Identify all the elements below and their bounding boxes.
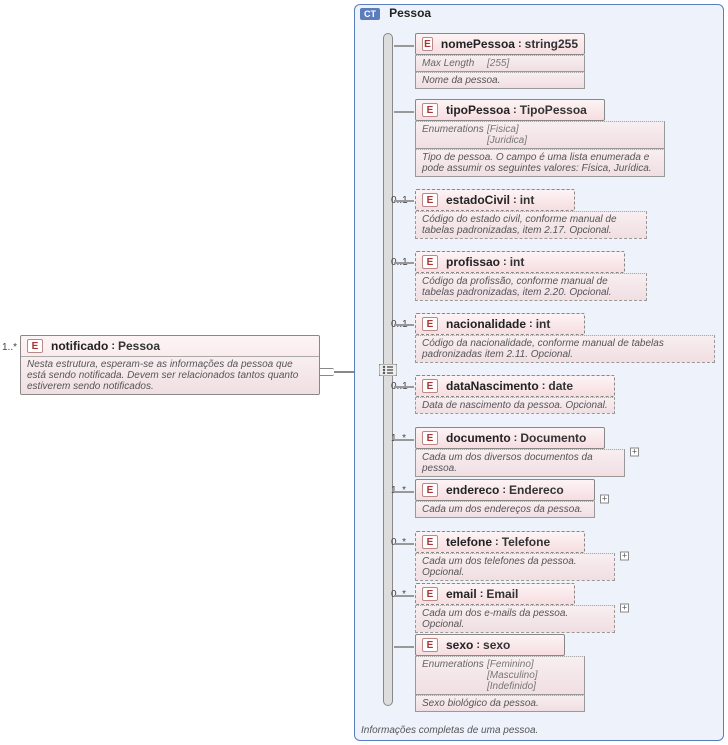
element-badge: E xyxy=(422,431,438,445)
element-type: Telefone xyxy=(502,535,550,549)
expand-icon[interactable]: + xyxy=(620,604,629,613)
branch-line xyxy=(394,543,414,545)
constraint-key: Enumerations xyxy=(422,124,487,146)
element-name: endereco xyxy=(446,483,499,497)
element-name: nomePessoa xyxy=(441,37,515,51)
child-nacionalidade[interactable]: 0..1Enacionalidade:intCódigo da nacional… xyxy=(415,313,715,363)
element-name: nacionalidade xyxy=(446,317,526,331)
child-profissao[interactable]: 0..1Eprofissao:intCódigo da profissão, c… xyxy=(415,251,647,301)
branch-line xyxy=(394,200,414,202)
element-desc: Cada um dos diversos documentos da pesso… xyxy=(415,449,625,477)
element-badge: E xyxy=(422,317,438,331)
child-tipoPessoa[interactable]: EtipoPessoa:TipoPessoaEnumerations[Fisic… xyxy=(415,99,665,177)
constraint-val: [255] xyxy=(487,58,509,69)
element-desc: Tipo de pessoa. O campo é uma lista enum… xyxy=(415,149,665,177)
element-desc: Data de nascimento da pessoa. Opcional. xyxy=(415,397,615,414)
child-nomePessoa[interactable]: EnomePessoa:string255Max Length[255]Nome… xyxy=(415,33,585,89)
element-type: string255 xyxy=(525,37,578,51)
child-sexo[interactable]: Esexo:sexoEnumerations[Feminino][Masculi… xyxy=(415,634,585,712)
element-name: telefone xyxy=(446,535,492,549)
element-desc: Código da profissão, conforme manual de … xyxy=(415,273,647,301)
child-estadoCivil[interactable]: 0..1EestadoCivil:intCódigo do estado civ… xyxy=(415,189,647,239)
element-name: documento xyxy=(446,431,511,445)
expand-icon[interactable]: + xyxy=(620,552,629,561)
element-name: dataNascimento xyxy=(446,379,539,393)
element-name: notificado xyxy=(51,339,108,353)
element-desc: Código da nacionalidade, conforme manual… xyxy=(415,335,715,363)
connector-line xyxy=(334,371,354,373)
element-badge: E xyxy=(422,193,438,207)
branch-line xyxy=(394,111,414,113)
element-desc: Cada um dos telefones da pessoa. Opciona… xyxy=(415,553,615,581)
element-name: sexo xyxy=(446,638,473,652)
element-name: email xyxy=(446,587,477,601)
element-type: sexo xyxy=(483,638,510,652)
type-colon: : xyxy=(108,340,118,352)
constraint-key: Max Length xyxy=(422,58,487,69)
element-type: TipoPessoa xyxy=(520,103,587,117)
complex-type-pessoa: CT Pessoa EnomePessoa:string255Max Lengt… xyxy=(354,4,724,741)
element-type: Endereco xyxy=(509,483,564,497)
ct-footer: Informações completas de uma pessoa. xyxy=(361,725,538,736)
element-type: Documento xyxy=(520,431,586,445)
element-desc: Nesta estrutura, esperam-se as informaçõ… xyxy=(21,356,319,394)
branch-line xyxy=(394,386,414,388)
element-name: estadoCivil xyxy=(446,193,510,207)
child-endereco[interactable]: 1..*Eendereco:EnderecoCada um dos endere… xyxy=(415,479,595,518)
element-badge: E xyxy=(27,339,43,353)
element-desc: Sexo biológico da pessoa. xyxy=(415,695,585,712)
child-documento[interactable]: 1..*Edocumento:DocumentoCada um dos dive… xyxy=(415,427,625,477)
element-badge: E xyxy=(422,535,438,549)
element-badge: E xyxy=(422,638,438,652)
ct-title: Pessoa xyxy=(389,6,431,20)
element-type: int xyxy=(520,193,535,207)
element-name: tipoPessoa xyxy=(446,103,510,117)
branch-line xyxy=(394,262,414,264)
branch-line xyxy=(394,595,414,597)
element-desc: Nome da pessoa. xyxy=(415,72,585,89)
element-notificado[interactable]: E notificado : Pessoa Nesta estrutura, e… xyxy=(4,335,320,395)
constraint-key: Enumerations xyxy=(422,659,487,692)
expand-icon[interactable]: + xyxy=(600,494,609,503)
element-desc: Cada um dos endereços da pessoa. xyxy=(415,501,595,518)
branch-line xyxy=(394,324,414,326)
element-type: Email xyxy=(486,587,518,601)
branch-line xyxy=(394,45,414,47)
branch-line xyxy=(394,491,414,493)
element-type: int xyxy=(536,317,551,331)
child-dataNascimento[interactable]: 0..1EdataNascimento:dateData de nascimen… xyxy=(415,375,615,414)
branch-line xyxy=(394,646,414,648)
expand-icon[interactable]: + xyxy=(630,448,639,457)
sequence-icon xyxy=(379,363,397,377)
connector-socket xyxy=(320,368,334,376)
element-badge: E xyxy=(422,37,433,51)
ct-badge: CT xyxy=(360,8,380,20)
element-badge: E xyxy=(422,483,438,497)
constraint-val: [Feminino][Masculino][Indefinido] xyxy=(487,659,538,692)
branch-line xyxy=(394,439,414,441)
element-name: profissao xyxy=(446,255,500,269)
element-desc: Cada um dos e-mails da pessoa. Opcional. xyxy=(415,605,615,633)
child-telefone[interactable]: 0..*Etelefone:TelefoneCada um dos telefo… xyxy=(415,531,615,581)
element-badge: E xyxy=(422,379,438,393)
element-badge: E xyxy=(422,255,438,269)
child-email[interactable]: 0..*Eemail:EmailCada um dos e-mails da p… xyxy=(415,583,615,633)
element-type: date xyxy=(548,379,573,393)
element-desc: Código do estado civil, conforme manual … xyxy=(415,211,647,239)
constraint-val: [Fisica][Juridica] xyxy=(487,124,527,146)
element-badge: E xyxy=(422,587,438,601)
element-type: Pessoa xyxy=(118,339,160,353)
element-badge: E xyxy=(422,103,438,117)
element-type: int xyxy=(510,255,525,269)
